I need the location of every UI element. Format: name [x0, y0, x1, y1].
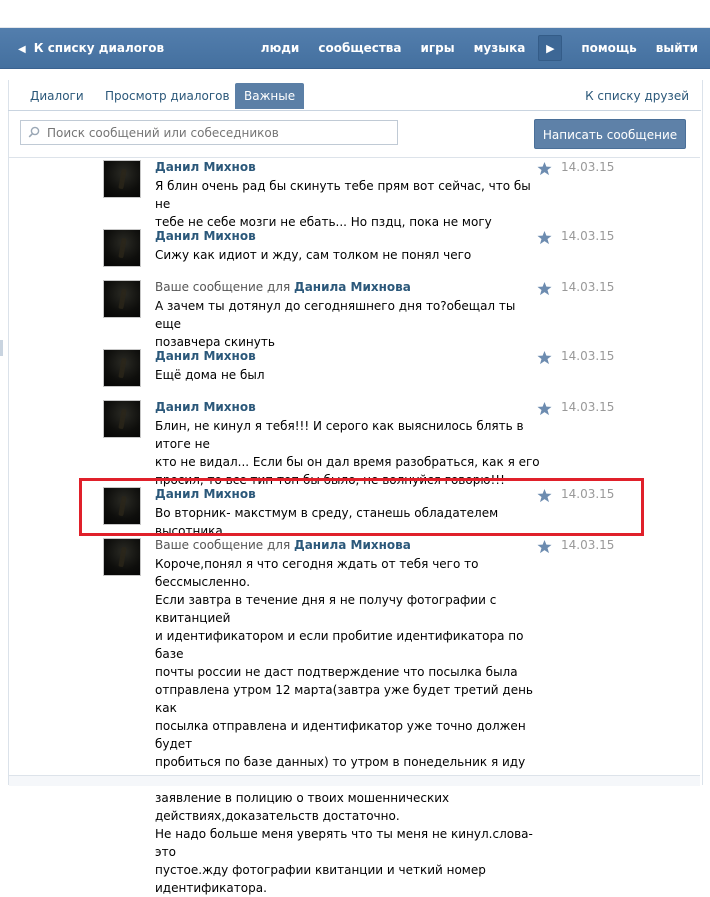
- star-icon[interactable]: [537, 281, 552, 296]
- message-header: Данил Михнов: [155, 229, 256, 243]
- search-input[interactable]: [47, 123, 387, 142]
- sender-name-link[interactable]: Данила Михнова: [294, 280, 411, 294]
- message-date[interactable]: 14.03.15: [561, 229, 614, 243]
- avatar[interactable]: [103, 349, 141, 387]
- sender-name-link[interactable]: Данил Михнов: [155, 400, 256, 414]
- message-line: Сижу как идиот и жду, сам толком не поня…: [155, 248, 472, 262]
- back-to-dialogs-label: К списку диалогов: [33, 41, 165, 55]
- message-prefix: Ваше сообщение для: [155, 538, 291, 552]
- message-line: Если завтра в течение дня я не получу фо…: [155, 593, 497, 625]
- nav-logout[interactable]: выйти: [656, 41, 698, 55]
- play-icon[interactable]: ▶: [538, 35, 563, 61]
- search-icon: [28, 126, 40, 138]
- message-header: Данил Михнов: [155, 160, 256, 174]
- message-text: Ещё дома не был: [155, 366, 540, 384]
- nav-people[interactable]: люди: [261, 41, 300, 55]
- message-line: заявление в полицию о твоих мошеннически…: [155, 791, 450, 805]
- divider: [9, 157, 700, 158]
- friends-list-link[interactable]: К списку друзей: [585, 83, 689, 109]
- message-line: идентификатора.: [155, 881, 267, 895]
- tab-view-dialogs[interactable]: Просмотр диалогов: [105, 83, 230, 109]
- message-date[interactable]: 14.03.15: [561, 280, 614, 294]
- tab-important[interactable]: Важные: [235, 83, 305, 109]
- message-date[interactable]: 14.03.15: [561, 538, 614, 552]
- message-date[interactable]: 14.03.15: [561, 349, 614, 363]
- avatar[interactable]: [103, 160, 141, 198]
- top-navigation-bar: ◀ К списку диалогов люди сообщества игры …: [0, 28, 710, 69]
- message-prefix: Ваше сообщение для: [155, 280, 291, 294]
- message-header: Данил Михнов: [155, 349, 256, 363]
- message-line: действиях,доказательств достаточно.: [155, 809, 400, 823]
- message-text: Короче,понял я что сегодня ждать от тебя…: [155, 555, 540, 897]
- bottom-bar: [9, 775, 700, 786]
- tab-dialogs[interactable]: Диалоги: [30, 83, 84, 109]
- message-line: посылка отправлена и идентификатор уже т…: [155, 719, 526, 751]
- star-icon[interactable]: [537, 539, 552, 554]
- message-text: Я блин очень рад бы скинуть тебе прям во…: [155, 177, 540, 231]
- sender-name-link[interactable]: Данил Михнов: [155, 229, 256, 243]
- back-to-dialogs-link[interactable]: ◀ К списку диалогов: [18, 28, 164, 68]
- nav-help[interactable]: помощь: [581, 41, 636, 55]
- write-message-button[interactable]: Написать сообщение: [534, 119, 686, 149]
- sender-name-link[interactable]: Данил Михнов: [155, 160, 256, 174]
- message-line: Я блин очень рад бы скинуть тебе прям во…: [155, 179, 531, 211]
- nav-music[interactable]: музыка: [474, 41, 526, 55]
- sender-name-link[interactable]: Данил Михнов: [155, 349, 256, 363]
- dialog-tabs: Диалоги Просмотр диалогов Важные К списк…: [8, 83, 701, 111]
- avatar[interactable]: [103, 229, 141, 267]
- message-line: почты россии не даст подтверждение что п…: [155, 665, 518, 679]
- message-line: А зачем ты дотянул до сегодняшнего дня т…: [155, 299, 516, 331]
- message-header: Ваше сообщение для Данила Михнова: [155, 280, 411, 294]
- main-nav: люди сообщества игры музыка ▶ помощь вый…: [242, 28, 698, 68]
- page-edge-marker: [0, 340, 3, 356]
- message-date[interactable]: 14.03.15: [561, 160, 614, 174]
- avatar[interactable]: [103, 400, 141, 438]
- message-line: Не надо больше меня уверять что ты меня …: [155, 827, 533, 859]
- star-icon[interactable]: [537, 350, 552, 365]
- message-text: Сижу как идиот и жду, сам толком не поня…: [155, 246, 540, 264]
- message-line: Короче,понял я что сегодня ждать от тебя…: [155, 557, 479, 589]
- nav-games[interactable]: игры: [421, 41, 455, 55]
- star-icon[interactable]: [537, 401, 552, 416]
- highlight-box: [79, 478, 644, 536]
- star-icon[interactable]: [537, 161, 552, 176]
- message-date[interactable]: 14.03.15: [561, 400, 614, 414]
- message-header: Данил Михнов: [155, 400, 256, 414]
- back-arrow-icon: ◀: [18, 44, 26, 55]
- nav-communities[interactable]: сообщества: [318, 41, 401, 55]
- message-line: и идентификатором и если пробитие иденти…: [155, 629, 524, 661]
- sender-name-link[interactable]: Данила Михнова: [294, 538, 411, 552]
- search-box: [20, 120, 398, 145]
- avatar[interactable]: [103, 538, 141, 576]
- message-header: Ваше сообщение для Данила Михнова: [155, 538, 411, 552]
- message-line: Блин, не кинул я тебя!!! И серого как вы…: [155, 419, 524, 451]
- message-line: Ещё дома не был: [155, 368, 265, 382]
- avatar[interactable]: [103, 280, 141, 318]
- message-line: пустое.жду фотографии квитанции и четкий…: [155, 863, 486, 877]
- message-text: А зачем ты дотянул до сегодняшнего дня т…: [155, 297, 540, 351]
- browser-top-strip: [0, 0, 710, 28]
- message-line: отправлена утром 12 марта(завтра уже буд…: [155, 683, 534, 715]
- message-line: кто не видал... Если бы он дал время раз…: [155, 455, 540, 469]
- star-icon[interactable]: [537, 230, 552, 245]
